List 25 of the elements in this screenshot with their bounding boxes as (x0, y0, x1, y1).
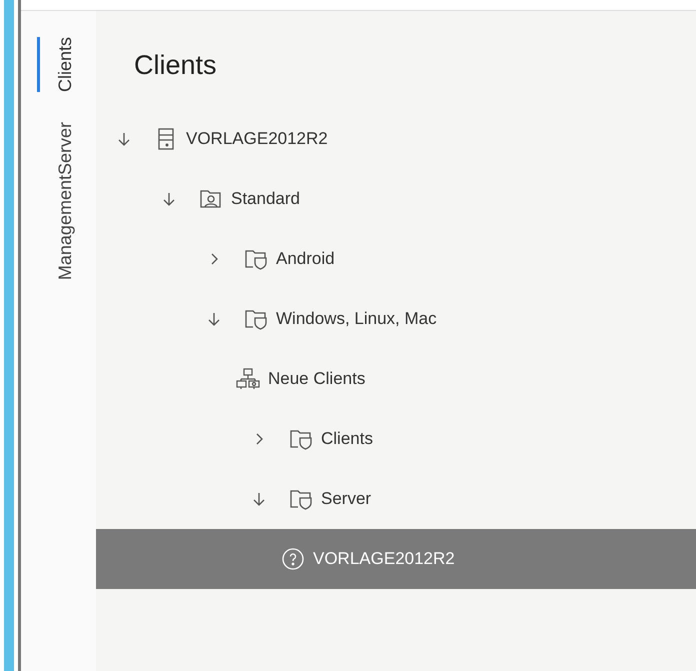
tree-item-label: Standard (231, 188, 300, 210)
tree-item-label: VORLAGE2012R2 (186, 128, 328, 150)
tree-item[interactable]: Clients (96, 409, 696, 469)
side-tab[interactable]: ManagementServer (36, 122, 80, 280)
tree-item-label: Windows, Linux, Mac (276, 308, 437, 330)
expand-arrow-icon[interactable] (206, 311, 222, 327)
tree-item[interactable]: Android (96, 229, 696, 289)
tree-item[interactable]: Standard (96, 169, 696, 229)
tree-item-label: Android (276, 248, 335, 270)
tree-item[interactable]: Windows, Linux, Mac (96, 289, 696, 349)
tree-item[interactable]: Neue Clients (96, 349, 696, 409)
tree-item-label: Clients (321, 428, 373, 450)
expand-arrow-icon[interactable] (161, 191, 177, 207)
tree-item-label: Neue Clients (268, 368, 366, 390)
tree-item[interactable]: Server (96, 469, 696, 529)
side-tab[interactable]: Clients (36, 37, 80, 92)
network-computers-icon (236, 367, 260, 391)
page-title: Clients (134, 50, 217, 80)
expand-arrow-icon[interactable] (116, 131, 132, 147)
tree-item[interactable]: VORLAGE2012R2 (96, 109, 696, 169)
tree-item-label: VORLAGE2012R2 (313, 548, 455, 570)
question-icon (281, 547, 305, 571)
tree-item-label: Server (321, 488, 372, 510)
tree-item[interactable]: VORLAGE2012R2 (96, 529, 696, 589)
expand-arrow-icon[interactable] (251, 491, 267, 507)
